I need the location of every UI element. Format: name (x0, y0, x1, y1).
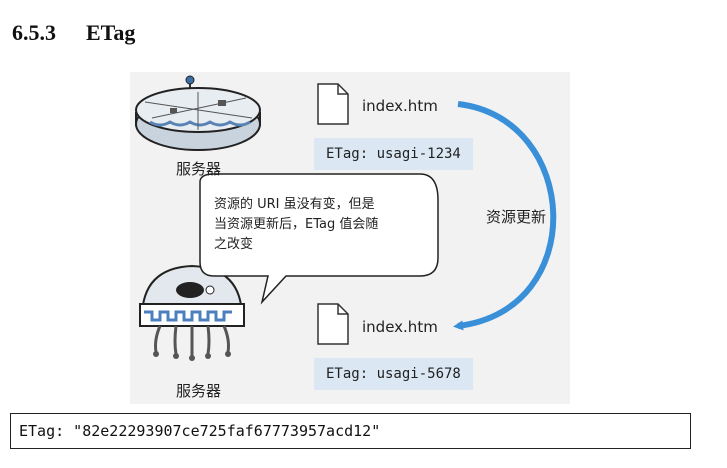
bubble-line-2: 当资源更新后，ETag 值会随 (214, 217, 379, 232)
figure-drawing (135, 75, 557, 361)
top-server-caption: 服务器 (176, 160, 222, 178)
bubble-line-1: 资源的 URI 虽没有变，但是 (214, 197, 375, 212)
jellyfish-server-icon (139, 264, 245, 361)
file-icon (317, 83, 349, 125)
arrow-label: 资源更新 (486, 208, 547, 226)
server-icon (135, 75, 261, 151)
etag-code-example: ETag: "82e22293907ce725faf67773957acd12" (10, 413, 691, 449)
bubble-line-3: 之改变 (214, 237, 254, 252)
top-etag: ETag: usagi-1234 (314, 138, 473, 170)
bottom-server-caption: 服务器 (176, 382, 222, 400)
top-file-name: index.htm (362, 97, 438, 115)
bottom-etag: ETag: usagi-5678 (314, 358, 473, 390)
bottom-file-name: index.htm (362, 318, 438, 336)
file-icon (317, 303, 349, 345)
